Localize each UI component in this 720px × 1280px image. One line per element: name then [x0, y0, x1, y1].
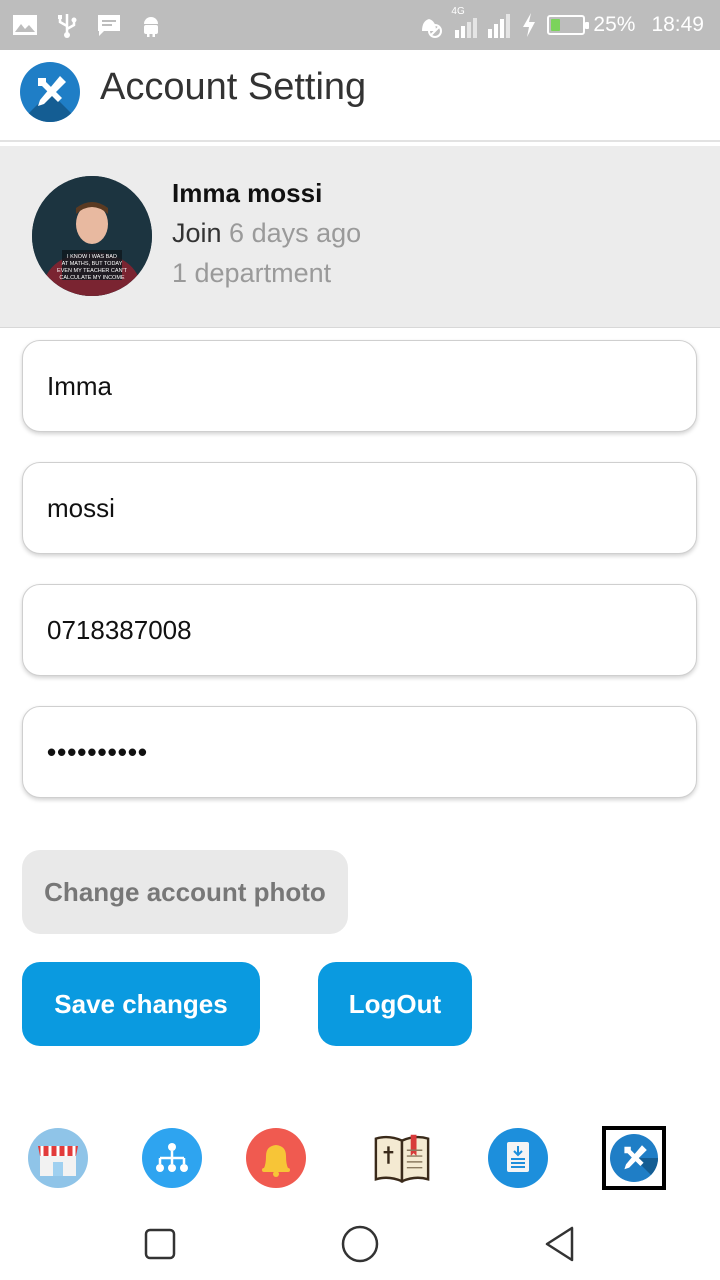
department-count: 1 department: [172, 258, 332, 288]
save-changes-button[interactable]: Save changes: [22, 962, 260, 1046]
phone-input[interactable]: [22, 584, 697, 676]
triangle-back-icon: [545, 1226, 574, 1262]
profile-header: I KNOW I WAS BAD AT MATHS, BUT TODAY EVE…: [0, 146, 720, 328]
recent-apps-button[interactable]: [140, 1224, 180, 1264]
profile-name: Imma mossi: [172, 178, 323, 208]
bell-icon[interactable]: [246, 1128, 306, 1188]
home-button[interactable]: [340, 1224, 380, 1264]
change-photo-button[interactable]: Change account photo: [22, 850, 348, 934]
tools-icon: [20, 62, 80, 122]
join-label: Join: [172, 218, 222, 248]
battery-percent: 25%: [593, 13, 636, 36]
system-nav-bar: [0, 1206, 720, 1280]
logout-button[interactable]: LogOut: [318, 962, 472, 1046]
bible-icon[interactable]: [372, 1128, 432, 1188]
circle-icon: [341, 1225, 379, 1263]
charging-icon: [523, 13, 536, 37]
join-info: Join 6 days ago: [172, 218, 361, 249]
usb-icon: [58, 14, 77, 38]
tab-account-settings[interactable]: [602, 1126, 666, 1190]
signal-4g-icon: 4G: [451, 6, 479, 40]
svg-text:AT MATHS, BUT TODAY: AT MATHS, BUT TODAY: [62, 261, 123, 267]
message-icon: [98, 15, 120, 36]
image-icon: [13, 15, 37, 35]
last-name-input[interactable]: [22, 462, 697, 554]
svg-text:EVEN MY TEACHER CAN'T: EVEN MY TEACHER CAN'T: [57, 268, 128, 274]
status-bar: 4G 25% 18:49: [0, 0, 720, 50]
hierarchy-icon[interactable]: [142, 1128, 202, 1188]
battery-icon: [547, 15, 590, 35]
app-bar: Account Setting: [0, 50, 720, 142]
store-icon[interactable]: [28, 1128, 88, 1188]
join-time: 6 days ago: [229, 218, 362, 248]
android-icon: [144, 17, 158, 37]
signal-icon: [488, 14, 511, 38]
bottom-tab-bar: [0, 1122, 720, 1194]
back-button[interactable]: [540, 1224, 580, 1264]
first-name-input[interactable]: [22, 340, 697, 432]
avatar[interactable]: I KNOW I WAS BAD AT MATHS, BUT TODAY EVE…: [32, 176, 152, 296]
document-icon[interactable]: [488, 1128, 548, 1188]
svg-text:I KNOW I WAS BAD: I KNOW I WAS BAD: [67, 254, 117, 260]
svg-text:CALCULATE MY INCOME: CALCULATE MY INCOME: [59, 275, 125, 281]
password-input[interactable]: [22, 706, 697, 798]
square-icon: [144, 1228, 176, 1260]
alarm-off-icon: [422, 19, 443, 38]
tools-icon: [610, 1134, 658, 1182]
clock: 18:49: [651, 13, 704, 36]
page-title: Account Setting: [100, 66, 367, 108]
